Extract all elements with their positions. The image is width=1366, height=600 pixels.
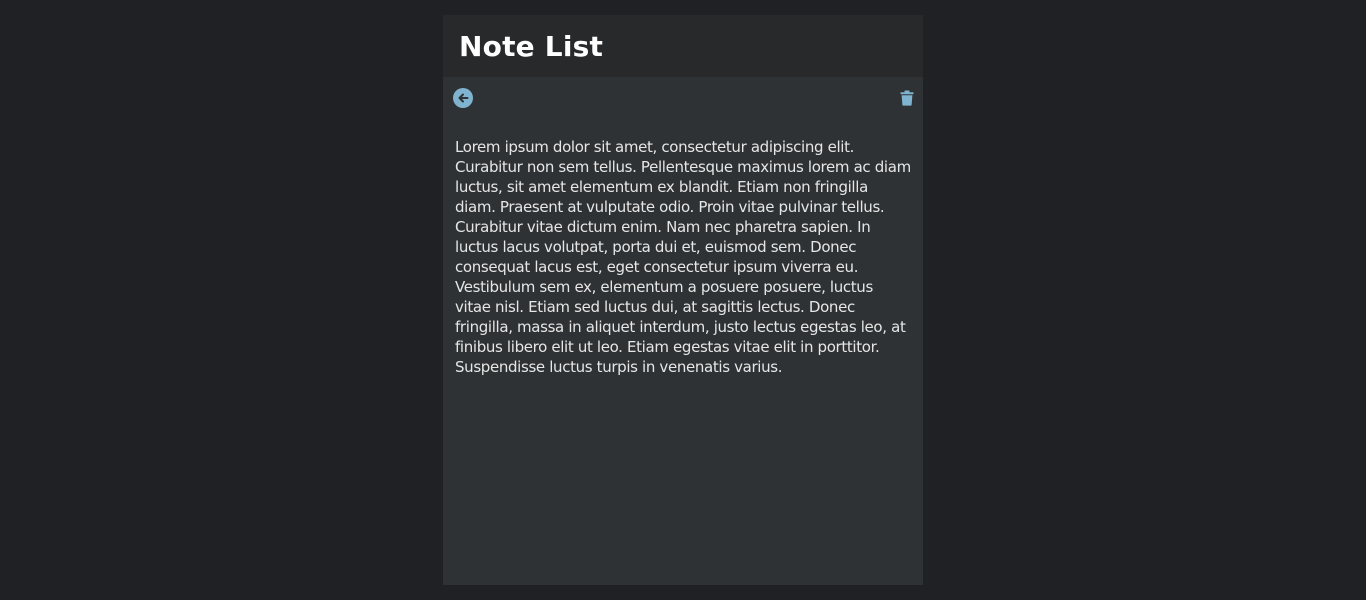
back-button[interactable]	[453, 88, 473, 108]
arrow-left-circle-icon	[453, 88, 473, 108]
delete-button[interactable]	[897, 88, 917, 108]
note-toolbar	[443, 77, 923, 121]
note-content: Lorem ipsum dolor sit amet, consectetur …	[443, 121, 923, 377]
trash-icon	[900, 90, 914, 106]
note-app: Note List Lorem ipsum dolor sit amet, co…	[443, 15, 923, 585]
page-title: Note List	[459, 29, 604, 63]
app-header: Note List	[443, 15, 923, 77]
note-body-text: Lorem ipsum dolor sit amet, consectetur …	[455, 138, 911, 376]
